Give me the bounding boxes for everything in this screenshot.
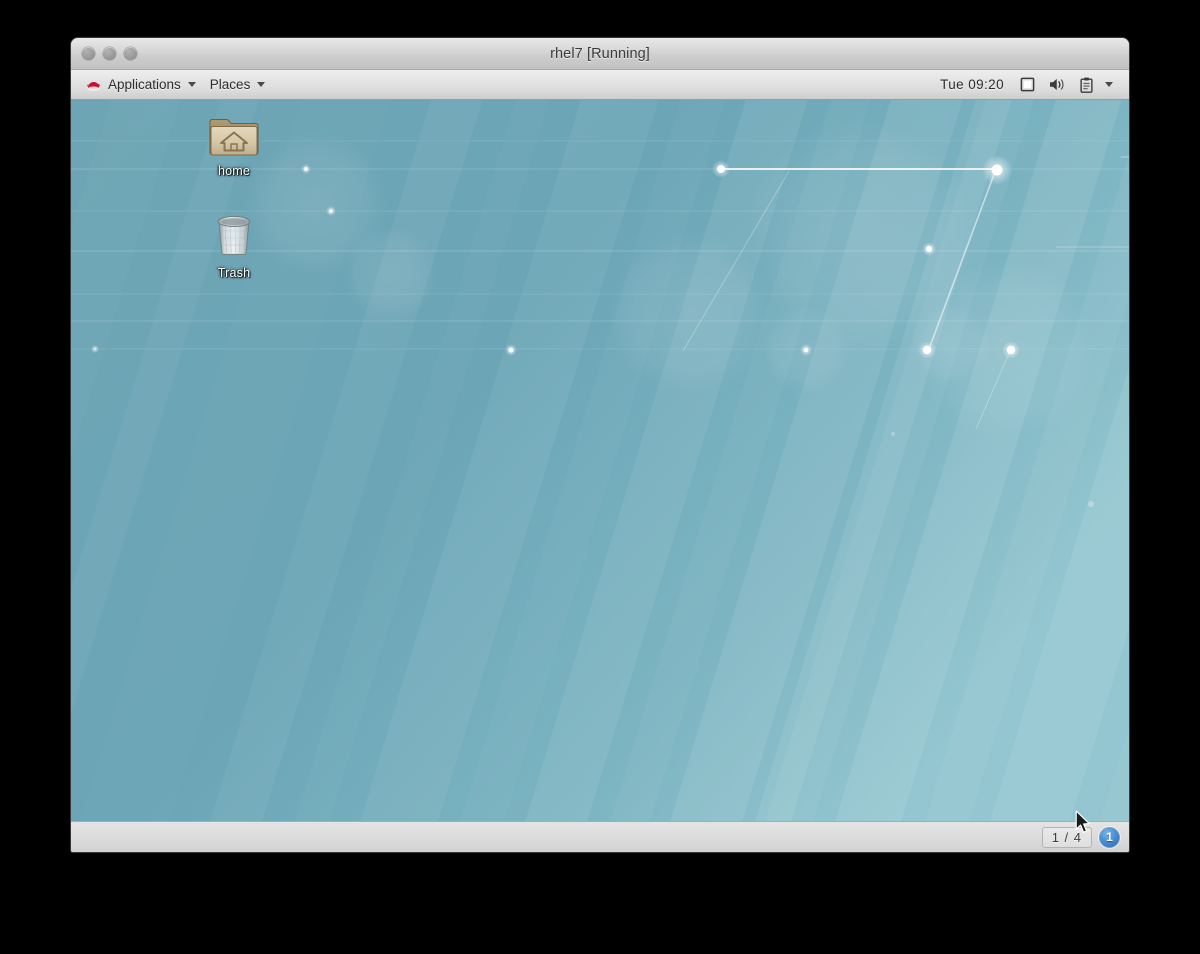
- home-folder-icon: [188, 107, 280, 159]
- desktop-icon-label: Trash: [217, 266, 251, 280]
- close-button[interactable]: [82, 47, 95, 60]
- window-titlebar[interactable]: rhel7 [Running]: [71, 38, 1129, 70]
- minimize-button[interactable]: [103, 47, 116, 60]
- applications-menu[interactable]: Applications: [78, 73, 203, 96]
- desktop-icon-label: home: [217, 164, 251, 178]
- guest-screen: Applications Places Tue 09:20 home Trash: [71, 70, 1129, 852]
- trash-icon: [188, 209, 280, 261]
- display-screen-icon[interactable]: [1013, 73, 1042, 96]
- clock-indicator[interactable]: Tue 09:20: [931, 74, 1013, 95]
- chevron-down-icon: [187, 82, 196, 87]
- applications-menu-label: Applications: [108, 77, 181, 92]
- red-hat-logo-icon: [85, 76, 102, 93]
- gnome-top-panel: Applications Places Tue 09:20: [71, 70, 1129, 100]
- panel-right-group: Tue 09:20: [931, 73, 1129, 96]
- panel-menu-chevron-down-icon[interactable]: [1100, 79, 1121, 90]
- desktop-icon-area[interactable]: home Trash: [71, 99, 1129, 852]
- clipboard-battery-icon[interactable]: [1073, 73, 1100, 96]
- panel-left-group: Applications Places: [71, 73, 272, 96]
- screenshot-root: rhel7 [Running] Applications Places Tue …: [0, 0, 1200, 954]
- zoom-button[interactable]: [124, 47, 137, 60]
- volume-speaker-icon[interactable]: [1042, 73, 1073, 96]
- virtualbox-vm-window: rhel7 [Running] Applications Places Tue …: [71, 38, 1129, 852]
- places-menu[interactable]: Places: [203, 73, 273, 96]
- window-title: rhel7 [Running]: [550, 45, 650, 62]
- chevron-down-icon: [257, 82, 266, 87]
- window-controls: [82, 38, 137, 69]
- desktop-icon-trash[interactable]: Trash: [188, 209, 280, 280]
- desktop-icon-home[interactable]: home: [188, 107, 280, 178]
- arrow-pointer-icon: [1075, 810, 1092, 840]
- places-menu-label: Places: [209, 77, 251, 92]
